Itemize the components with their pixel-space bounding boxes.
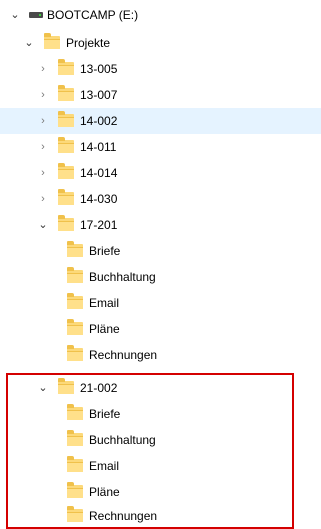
folder-icon [67, 506, 83, 522]
tree-item-folder[interactable]: › 14-011 [0, 134, 321, 160]
tree-item-folder[interactable]: › 14-030 [0, 186, 321, 212]
tree-item-subfolder[interactable]: Email [2, 453, 292, 479]
folder-icon [58, 137, 74, 153]
tree-item-label: Rechnungen [89, 509, 158, 523]
tree-item-subfolder[interactable]: Rechnungen [0, 342, 321, 368]
folder-icon [67, 456, 83, 472]
tree-item-label: 14-014 [80, 166, 118, 180]
tree-item-label: Briefe [89, 407, 121, 421]
tree-item-subfolder[interactable]: Buchhaltung [2, 427, 292, 453]
folder-icon [67, 404, 83, 420]
tree-item-subfolder[interactable]: Buchhaltung [0, 264, 321, 290]
folder-icon [67, 319, 83, 335]
tree-item-label: 21-002 [80, 381, 118, 395]
folder-icon [58, 189, 74, 205]
chevron-right-icon[interactable]: › [36, 160, 50, 186]
folder-icon [58, 111, 74, 127]
folder-icon [58, 59, 74, 75]
tree-item-label: Pläne [89, 485, 120, 499]
drive-icon [29, 12, 43, 18]
tree-item-label: Buchhaltung [89, 270, 156, 284]
folder-icon [67, 482, 83, 498]
annotation-box: ⌄ 21-002 Briefe Buchhaltung Email Pläne … [6, 373, 294, 529]
chevron-right-icon[interactable]: › [36, 108, 50, 134]
chevron-right-icon[interactable]: › [36, 56, 50, 82]
folder-icon [44, 33, 60, 49]
tree-item-label: 13-007 [80, 88, 118, 102]
tree-item-subfolder[interactable]: Pläne [2, 479, 292, 505]
folder-icon [58, 378, 74, 394]
tree-item-label: Buchhaltung [89, 433, 156, 447]
tree-item-label: 14-011 [80, 140, 117, 154]
tree-item-folder[interactable]: › 13-007 [0, 82, 321, 108]
folder-icon [67, 293, 83, 309]
folder-icon [58, 215, 74, 231]
tree-item-projekte[interactable]: ⌄ Projekte [0, 30, 321, 56]
folder-icon [67, 430, 83, 446]
tree-item-label: 13-005 [80, 62, 118, 76]
navigation-tree: ⌄ BOOTCAMP (E:) ⌄ Projekte › 13-005 › 13… [0, 0, 321, 529]
chevron-right-icon[interactable]: › [36, 82, 50, 108]
tree-item-folder-selected[interactable]: › 14-002 [0, 108, 321, 134]
tree-item-label: Email [89, 296, 120, 310]
tree-item-label: Email [89, 459, 120, 473]
folder-icon [58, 85, 74, 101]
folder-icon [67, 267, 83, 283]
chevron-right-icon[interactable]: › [36, 186, 50, 212]
tree-item-label: Briefe [89, 244, 121, 258]
tree-item-subfolder[interactable]: Pläne [0, 316, 321, 342]
tree-item-drive[interactable]: ⌄ BOOTCAMP (E:) [0, 0, 321, 30]
chevron-right-icon[interactable]: › [36, 134, 50, 160]
tree-item-subfolder[interactable]: Rechnungen [2, 505, 292, 527]
tree-item-label: Rechnungen [89, 348, 158, 362]
tree-item-label: 14-002 [80, 114, 118, 128]
chevron-down-icon[interactable]: ⌄ [36, 212, 50, 238]
tree-item-label: Projekte [66, 36, 111, 50]
folder-icon [67, 241, 83, 257]
tree-item-folder[interactable]: › 13-005 [0, 56, 321, 82]
chevron-down-icon[interactable]: ⌄ [22, 30, 36, 56]
tree-item-label: Pläne [89, 322, 120, 336]
tree-item-label: 14-030 [80, 192, 118, 206]
tree-item-subfolder[interactable]: Briefe [2, 401, 292, 427]
tree-item-folder[interactable]: › 14-014 [0, 160, 321, 186]
tree-item-subfolder[interactable]: Briefe [0, 238, 321, 264]
tree-item-subfolder[interactable]: Email [0, 290, 321, 316]
tree-item-label: BOOTCAMP (E:) [47, 8, 139, 22]
chevron-down-icon[interactable]: ⌄ [8, 0, 22, 30]
tree-item-folder-expanded[interactable]: ⌄ 17-201 [0, 212, 321, 238]
folder-icon [67, 345, 83, 361]
folder-icon [58, 163, 74, 179]
chevron-down-icon[interactable]: ⌄ [36, 375, 50, 401]
tree-item-folder-expanded[interactable]: ⌄ 21-002 [2, 375, 292, 401]
tree-item-label: 17-201 [80, 218, 118, 232]
